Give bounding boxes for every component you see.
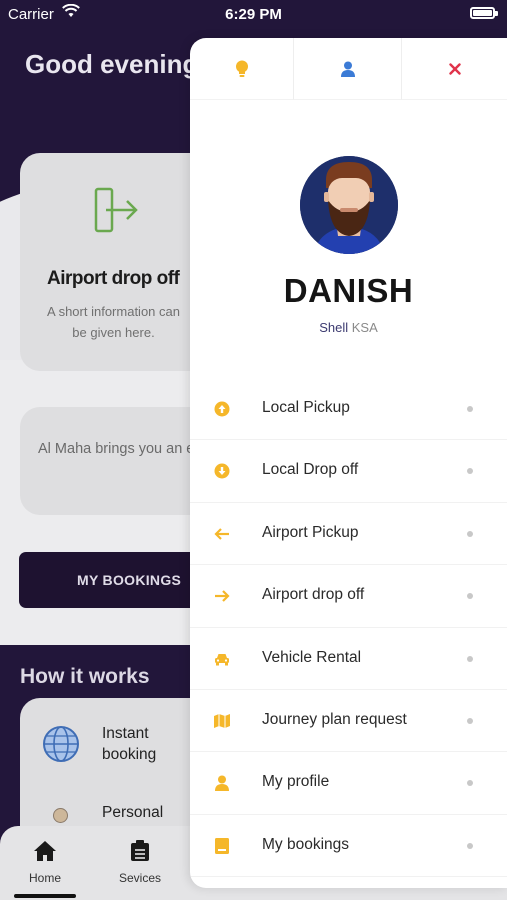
menu-label: Airport Pickup [262, 523, 359, 541]
personal-icon [53, 808, 68, 823]
tab-home-label: Home [28, 871, 61, 885]
user-icon [340, 61, 355, 77]
menu-dot [467, 655, 473, 662]
profile-name: DANISH [283, 272, 414, 309]
how-item-label: Instant booking [102, 725, 157, 763]
menu-item-airport-drop-off[interactable]: Airport drop off [190, 565, 507, 628]
company-name: Shell [319, 320, 349, 335]
menu-dot [467, 780, 473, 787]
avatar-face-icon [300, 156, 398, 254]
menu-label: Local Pickup [262, 399, 350, 416]
menu-item-vehicle-rental[interactable]: Vehicle Rental [190, 628, 507, 690]
menu-item-journey-plan-request[interactable]: Journey plan request [190, 690, 507, 753]
clock: 6:29 PM [225, 6, 282, 23]
menu-label: My profile [262, 773, 330, 791]
globe-icon [43, 726, 79, 762]
menu-label: Airport drop off [262, 586, 365, 604]
user-icon [213, 774, 231, 792]
menu-dot [467, 530, 473, 537]
service-card-title: Airport drop off [47, 268, 180, 289]
battery-icon [470, 7, 498, 19]
tips-button[interactable] [190, 38, 294, 100]
close-icon [448, 62, 461, 75]
avatar [300, 156, 398, 254]
service-card-description: A short information can be given here. [47, 304, 180, 340]
menu-label: Journey plan request [262, 710, 407, 728]
active-tab-indicator [14, 894, 76, 898]
my-bookings-label: MY BOOKINGS [77, 572, 182, 588]
arrow-down-circle-icon [213, 462, 231, 480]
close-drawer-button[interactable] [402, 38, 507, 100]
how-item-instant-booking: Instant booking [102, 723, 172, 765]
menu-dot [467, 593, 473, 600]
menu-item-local-pickup[interactable]: Local Pickup [190, 378, 507, 441]
menu-dot [467, 468, 473, 475]
how-item-personal: Personal [102, 804, 164, 821]
menu-label: Local Drop off [262, 461, 359, 479]
company-region: KSA [351, 320, 378, 335]
book-icon [213, 837, 231, 855]
status-bar: Carrier 6:29 PM [0, 0, 507, 28]
profile-company: Shell KSA [190, 320, 507, 335]
menu-dot [467, 406, 473, 412]
menu-item-airport-pickup[interactable]: Airport Pickup [190, 503, 507, 566]
tab-home[interactable]: Home [10, 840, 80, 885]
profile-button[interactable] [294, 38, 402, 100]
exit-icon [94, 187, 138, 233]
tab-services-label: Sevices [118, 871, 162, 885]
car-icon [213, 650, 231, 668]
how-it-works-title: How it works [20, 665, 150, 688]
menu-label: Vehicle Rental [262, 648, 362, 666]
home-icon [34, 841, 56, 861]
menu-dot [467, 717, 473, 724]
menu-item-my-bookings[interactable]: My bookings [190, 815, 507, 878]
drawer-menu: Local Pickup Local Drop off Airport Pick… [190, 378, 507, 878]
drawer-top-actions [190, 38, 507, 100]
clipboard-icon [131, 840, 149, 861]
menu-label: My bookings [262, 835, 350, 853]
side-drawer: DANISH Shell KSA Local Pickup Local Drop… [190, 38, 507, 888]
arrow-up-circle-icon [213, 400, 231, 418]
lightbulb-icon [235, 60, 248, 77]
info-text: Al Maha brings you an easy and convenien… [38, 441, 208, 457]
arrow-left-icon [213, 525, 231, 543]
tab-services[interactable]: Sevices [105, 840, 175, 885]
arrow-right-icon [213, 587, 231, 605]
map-icon [213, 712, 231, 730]
menu-item-my-profile[interactable]: My profile [190, 752, 507, 815]
menu-item-local-drop-off[interactable]: Local Drop off [190, 440, 507, 503]
menu-dot [467, 842, 473, 849]
